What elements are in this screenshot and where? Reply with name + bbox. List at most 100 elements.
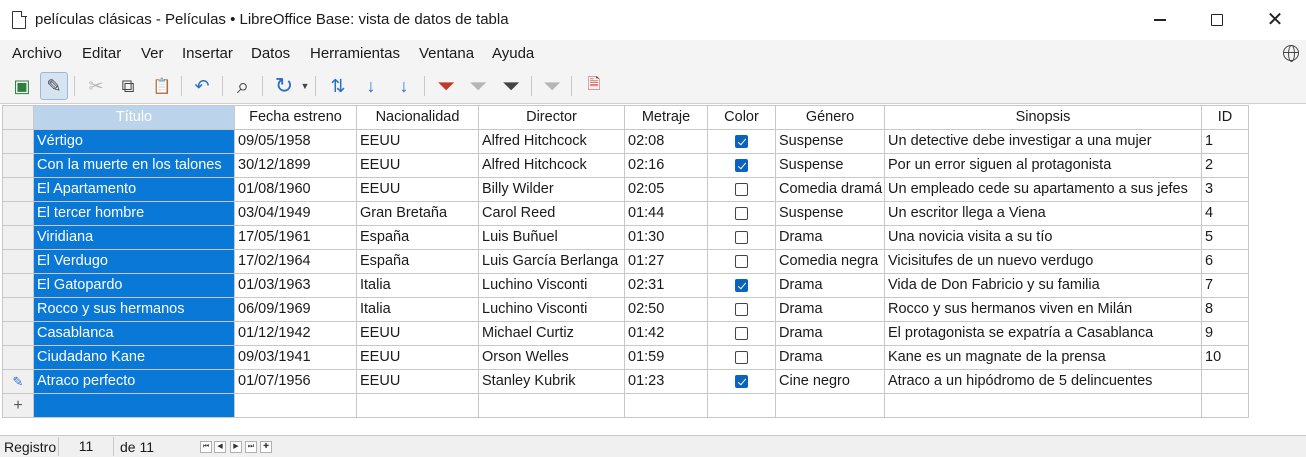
save-record-icon[interactable]: ▣ bbox=[8, 72, 36, 100]
sinopsis-cell[interactable]: Kane es un magnate de la prensa bbox=[885, 346, 1202, 370]
id-cell[interactable]: 3 bbox=[1202, 178, 1249, 202]
color-cell[interactable] bbox=[708, 202, 776, 226]
titulo-cell[interactable]: Con la muerte en los talones bbox=[34, 154, 235, 178]
titulo-cell[interactable]: Ciudadano Kane bbox=[34, 346, 235, 370]
color-checkbox[interactable] bbox=[735, 231, 748, 244]
column-header-fecha-estreno[interactable]: Fecha estreno bbox=[235, 106, 357, 130]
nacionalidad-cell[interactable]: EEUU bbox=[357, 322, 479, 346]
column-header-genero[interactable]: Género bbox=[776, 106, 885, 130]
cut-icon[interactable]: ✂ bbox=[82, 72, 110, 100]
id-cell[interactable]: 10 bbox=[1202, 346, 1249, 370]
titulo-cell[interactable]: Viridiana bbox=[34, 226, 235, 250]
row-header[interactable] bbox=[2, 274, 34, 298]
director-cell[interactable]: Alfred Hitchcock bbox=[479, 130, 625, 154]
genero-cell[interactable]: Suspense bbox=[776, 202, 885, 226]
id-cell[interactable]: 2 bbox=[1202, 154, 1249, 178]
color-checkbox[interactable] bbox=[735, 159, 748, 172]
first-record-icon[interactable]: ⏮ bbox=[200, 441, 212, 453]
genero-cell[interactable]: Suspense bbox=[776, 130, 885, 154]
director-cell[interactable]: Michael Curtiz bbox=[479, 322, 625, 346]
row-header[interactable] bbox=[2, 202, 34, 226]
color-cell[interactable] bbox=[708, 274, 776, 298]
director-cell[interactable]: Alfred Hitchcock bbox=[479, 154, 625, 178]
genero-cell[interactable]: Cine negro bbox=[776, 370, 885, 394]
metraje-cell[interactable]: 01:23 bbox=[625, 370, 708, 394]
sort-descending-icon[interactable]: ↓ bbox=[390, 72, 418, 100]
empty-cell[interactable] bbox=[357, 394, 479, 418]
next-record-icon[interactable]: ▶ bbox=[230, 441, 242, 453]
fecha-cell[interactable]: 01/07/1956 bbox=[235, 370, 357, 394]
color-checkbox[interactable] bbox=[735, 303, 748, 316]
standard-filter-icon[interactable]: ⏷ bbox=[497, 72, 525, 100]
color-checkbox[interactable] bbox=[735, 255, 748, 268]
corner-header[interactable] bbox=[2, 106, 34, 130]
color-cell[interactable] bbox=[708, 298, 776, 322]
row-header[interactable]: ✎ bbox=[2, 370, 34, 394]
id-cell[interactable] bbox=[1202, 370, 1249, 394]
id-cell[interactable]: 7 bbox=[1202, 274, 1249, 298]
color-checkbox[interactable] bbox=[735, 351, 748, 364]
nacionalidad-cell[interactable]: EEUU bbox=[357, 346, 479, 370]
find-icon[interactable]: ⌕ bbox=[229, 72, 257, 100]
titulo-cell[interactable]: El tercer hombre bbox=[34, 202, 235, 226]
empty-cell[interactable] bbox=[235, 394, 357, 418]
row-header[interactable] bbox=[2, 322, 34, 346]
genero-cell[interactable]: Suspense bbox=[776, 154, 885, 178]
row-header[interactable]: + bbox=[2, 394, 34, 418]
titulo-cell[interactable]: El Apartamento bbox=[34, 178, 235, 202]
language-globe-icon[interactable] bbox=[1283, 45, 1299, 62]
menu-editar[interactable]: Editar bbox=[82, 45, 121, 62]
maximize-button[interactable] bbox=[1194, 0, 1240, 40]
genero-cell[interactable]: Drama bbox=[776, 322, 885, 346]
genero-cell[interactable]: Drama bbox=[776, 298, 885, 322]
director-cell[interactable]: Orson Welles bbox=[479, 346, 625, 370]
director-cell[interactable]: Carol Reed bbox=[479, 202, 625, 226]
genero-cell[interactable]: Comedia dramá bbox=[776, 178, 885, 202]
metraje-cell[interactable]: 02:31 bbox=[625, 274, 708, 298]
sinopsis-cell[interactable]: Un empleado cede su apartamento a sus je… bbox=[885, 178, 1202, 202]
paste-icon[interactable]: 📋 bbox=[148, 72, 176, 100]
column-header-sinopsis[interactable]: Sinopsis bbox=[885, 106, 1202, 130]
menu-ayuda[interactable]: Ayuda bbox=[492, 45, 534, 62]
genero-cell[interactable]: Drama bbox=[776, 346, 885, 370]
metraje-cell[interactable]: 02:05 bbox=[625, 178, 708, 202]
column-header-color[interactable]: Color bbox=[708, 106, 776, 130]
metraje-cell[interactable]: 01:44 bbox=[625, 202, 708, 226]
empty-cell[interactable] bbox=[625, 394, 708, 418]
titulo-cell[interactable]: Casablanca bbox=[34, 322, 235, 346]
titulo-cell[interactable]: Rocco y sus hermanos bbox=[34, 298, 235, 322]
sinopsis-cell[interactable]: Atraco a un hipódromo de 5 delincuentes bbox=[885, 370, 1202, 394]
minimize-button[interactable] bbox=[1137, 0, 1183, 40]
row-header[interactable] bbox=[2, 178, 34, 202]
fecha-cell[interactable]: 30/12/1899 bbox=[235, 154, 357, 178]
fecha-cell[interactable]: 01/12/1942 bbox=[235, 322, 357, 346]
menu-insertar[interactable]: Insertar bbox=[182, 45, 233, 62]
sinopsis-cell[interactable]: Vida de Don Fabricio y su familia bbox=[885, 274, 1202, 298]
nacionalidad-cell[interactable]: EEUU bbox=[357, 178, 479, 202]
empty-cell[interactable] bbox=[1202, 394, 1249, 418]
empty-cell[interactable] bbox=[479, 394, 625, 418]
last-record-icon[interactable]: ⏭ bbox=[245, 441, 257, 453]
sinopsis-cell[interactable]: Vicisitufes de un nuevo verdugo bbox=[885, 250, 1202, 274]
empty-cell[interactable] bbox=[708, 394, 776, 418]
column-header-id[interactable]: ID bbox=[1202, 106, 1249, 130]
sinopsis-cell[interactable]: Por un error siguen al protagonista bbox=[885, 154, 1202, 178]
director-cell[interactable]: Luis Buñuel bbox=[479, 226, 625, 250]
genero-cell[interactable]: Drama bbox=[776, 226, 885, 250]
id-cell[interactable]: 6 bbox=[1202, 250, 1249, 274]
fecha-cell[interactable]: 17/02/1964 bbox=[235, 250, 357, 274]
fecha-cell[interactable]: 09/03/1941 bbox=[235, 346, 357, 370]
row-header[interactable] bbox=[2, 130, 34, 154]
color-cell[interactable] bbox=[708, 346, 776, 370]
director-cell[interactable]: Luchino Visconti bbox=[479, 274, 625, 298]
refresh-icon[interactable]: ↻ bbox=[270, 72, 298, 100]
metraje-cell[interactable]: 01:27 bbox=[625, 250, 708, 274]
nacionalidad-cell[interactable]: Italia bbox=[357, 274, 479, 298]
id-cell[interactable]: 5 bbox=[1202, 226, 1249, 250]
color-cell[interactable] bbox=[708, 322, 776, 346]
new-record-icon[interactable]: ✚ bbox=[260, 441, 272, 453]
empty-cell[interactable] bbox=[776, 394, 885, 418]
metraje-cell[interactable]: 02:50 bbox=[625, 298, 708, 322]
row-header[interactable] bbox=[2, 154, 34, 178]
color-cell[interactable] bbox=[708, 178, 776, 202]
